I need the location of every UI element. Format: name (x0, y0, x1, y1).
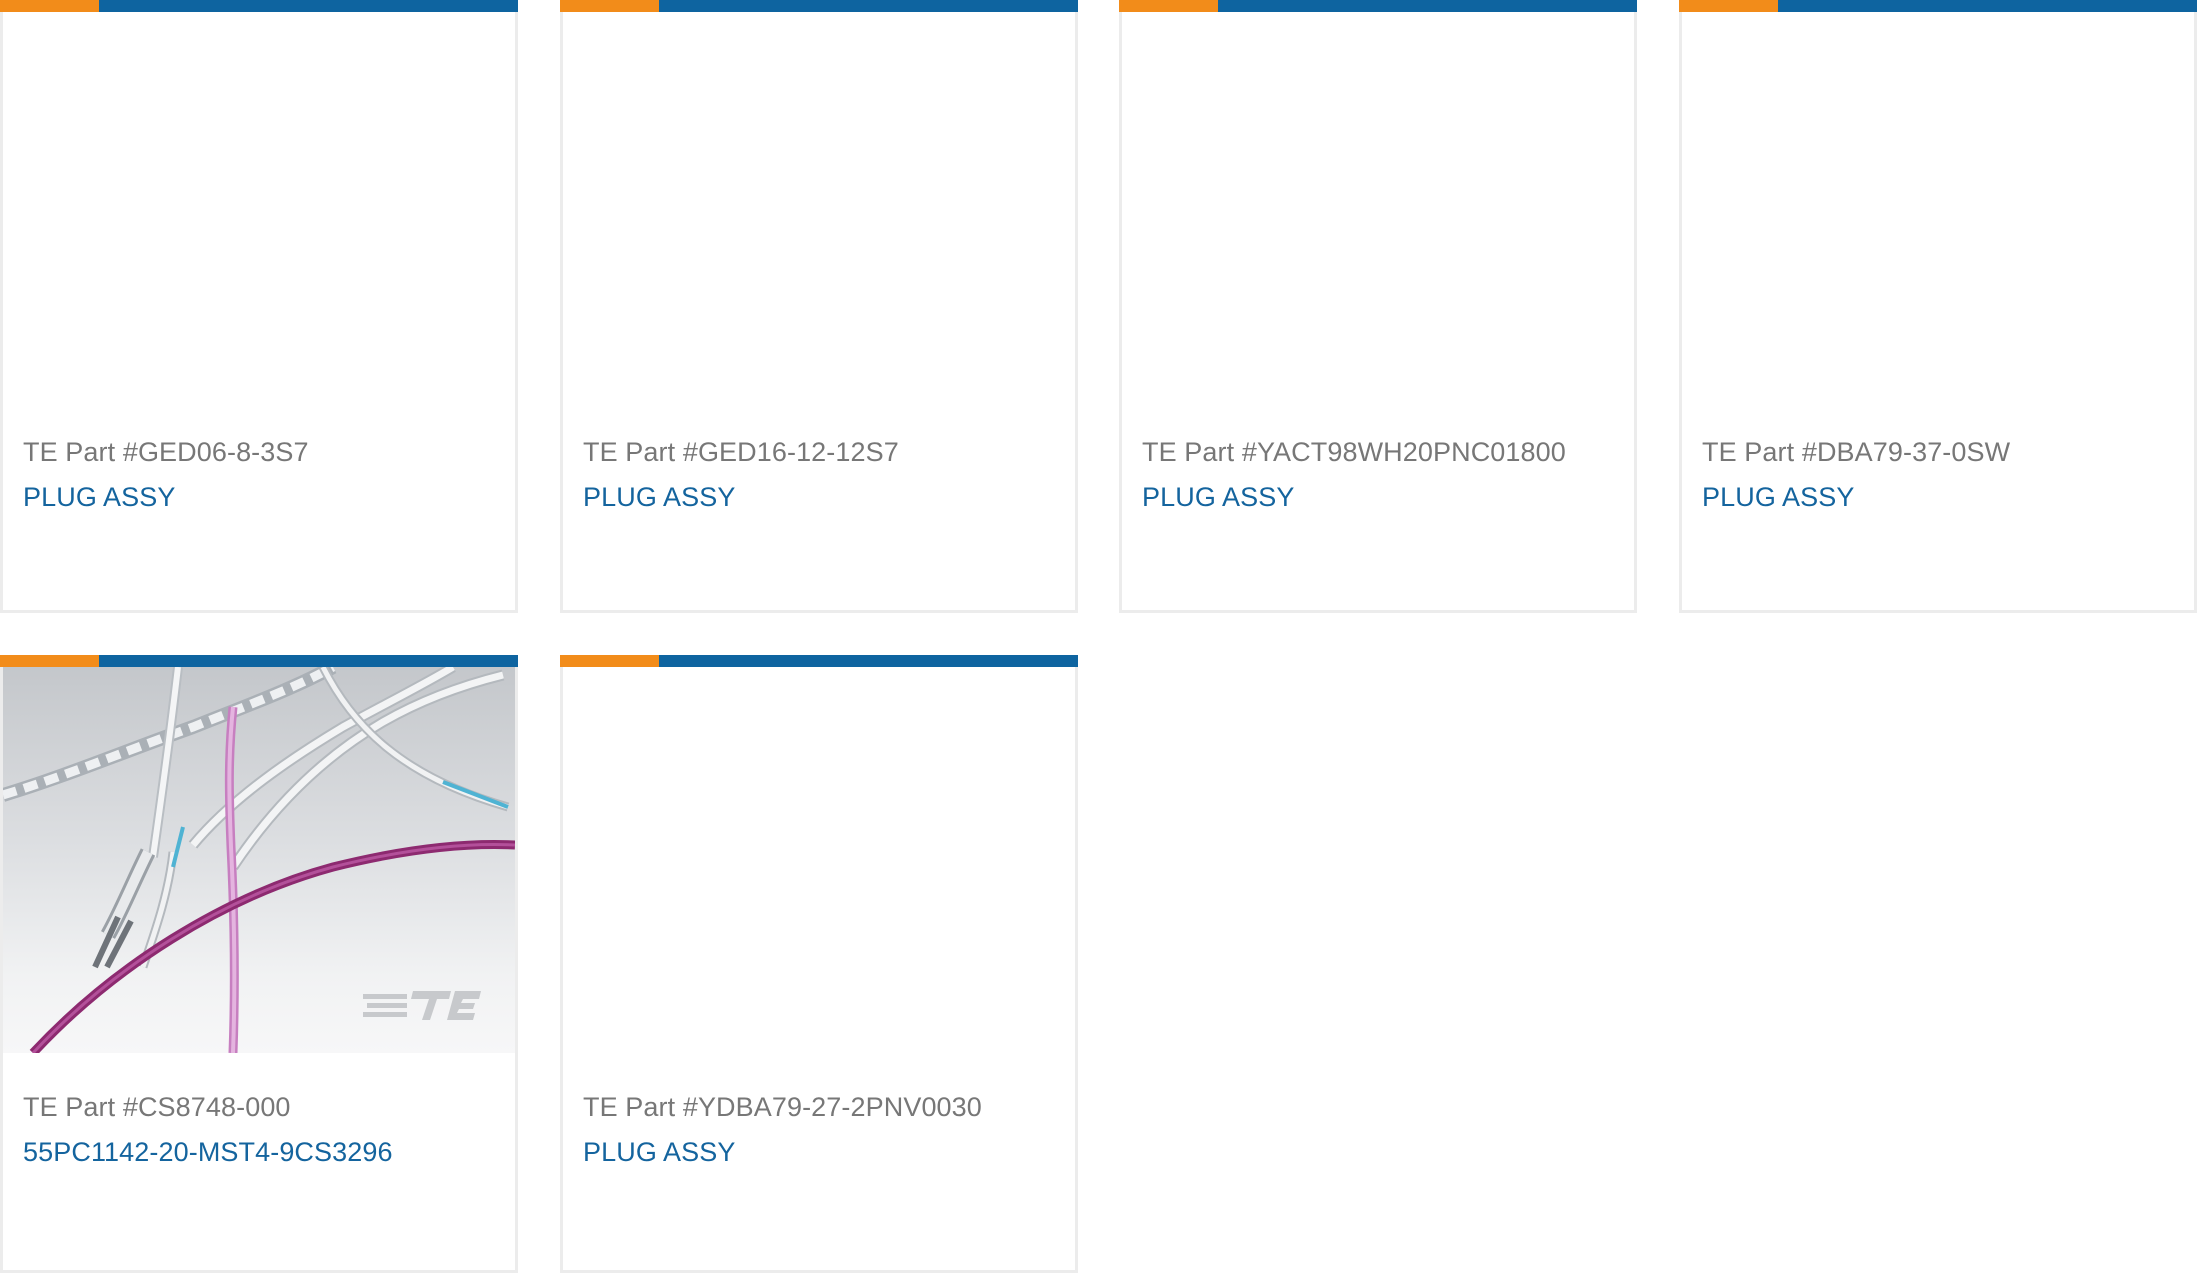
accent-orange-segment (560, 655, 659, 667)
product-name-link[interactable]: PLUG ASSY (1702, 482, 1854, 513)
card-accent-bar (560, 0, 1078, 12)
product-name-link[interactable]: PLUG ASSY (583, 482, 735, 513)
product-image-placeholder[interactable] (563, 667, 1075, 1053)
part-number: TE Part #CS8748-000 (23, 1092, 291, 1122)
part-number: TE Part #YACT98WH20PNC01800 (1142, 437, 1566, 467)
card-accent-bar (560, 655, 1078, 667)
accent-orange-segment (560, 0, 659, 12)
card-accent-bar (1679, 0, 2197, 12)
accent-blue-segment (99, 0, 518, 12)
accent-blue-segment (659, 655, 1078, 667)
product-name-link[interactable]: PLUG ASSY (23, 482, 175, 513)
product-image-placeholder[interactable] (3, 12, 515, 398)
product-card[interactable]: TE Part #GED16-12-12S7 PLUG ASSY (560, 0, 1078, 613)
product-name-link[interactable]: PLUG ASSY (583, 1137, 735, 1168)
card-accent-bar (0, 655, 518, 667)
part-number: TE Part #YDBA79-27-2PNV0030 (583, 1092, 982, 1122)
part-number: TE Part #GED06-8-3S7 (23, 437, 309, 467)
product-card[interactable]: TE Part #DBA79-37-0SW PLUG ASSY (1679, 0, 2197, 613)
product-name-link[interactable]: PLUG ASSY (1142, 482, 1294, 513)
card-accent-bar (0, 0, 518, 12)
product-card[interactable]: TE Part #YACT98WH20PNC01800 PLUG ASSY (1119, 0, 1637, 613)
accent-blue-segment (1218, 0, 1637, 12)
part-number: TE Part #DBA79-37-0SW (1702, 437, 2011, 467)
accent-orange-segment (1119, 0, 1218, 12)
accent-orange-segment (1679, 0, 1778, 12)
product-image-placeholder[interactable] (563, 12, 1075, 398)
product-card[interactable]: TE Part #CS8748-000 55PC1142-20-MST4-9CS… (0, 655, 518, 1273)
product-card[interactable]: TE Part #GED06-8-3S7 PLUG ASSY (0, 0, 518, 613)
product-image[interactable] (3, 667, 515, 1053)
product-image-placeholder[interactable] (1122, 12, 1634, 398)
accent-orange-segment (0, 0, 99, 12)
card-accent-bar (1119, 0, 1637, 12)
product-name-link[interactable]: 55PC1142-20-MST4-9CS3296 (23, 1137, 393, 1168)
accent-blue-segment (659, 0, 1078, 12)
accent-blue-segment (1778, 0, 2197, 12)
accent-orange-segment (0, 655, 99, 667)
accent-blue-segment (99, 655, 518, 667)
part-number: TE Part #GED16-12-12S7 (583, 437, 899, 467)
product-card[interactable]: TE Part #YDBA79-27-2PNV0030 PLUG ASSY (560, 655, 1078, 1273)
product-image-placeholder[interactable] (1682, 12, 2194, 398)
wire-cable-product-image (3, 667, 515, 1053)
